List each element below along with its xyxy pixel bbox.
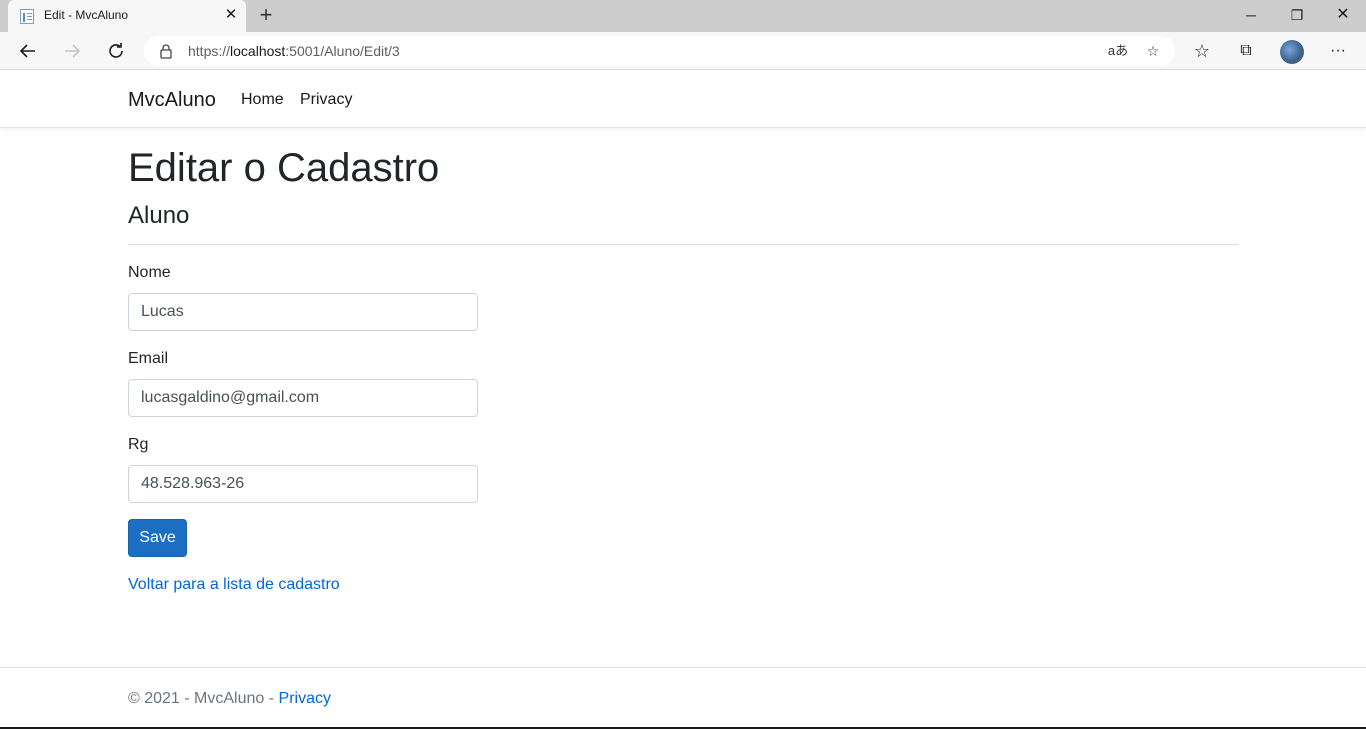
browser-tab[interactable]: Edit - MvcAluno ✕ (8, 0, 246, 32)
footer-privacy-link[interactable]: Privacy (279, 690, 331, 707)
address-bar[interactable]: https://localhost:5001/Aluno/Edit/3 aあ ☆ (144, 36, 1175, 66)
footer-text: © 2021 - MvcAluno - Privacy (128, 690, 331, 708)
email-input[interactable] (128, 379, 478, 417)
nome-label: Nome (128, 264, 171, 281)
back-arrow-icon[interactable] (13, 36, 43, 66)
restore-icon[interactable]: ❐ (1274, 0, 1320, 30)
footer-copyright: © 2021 - MvcAluno - (128, 690, 279, 707)
lock-icon[interactable] (160, 43, 172, 59)
page-subtitle: Aluno (128, 202, 190, 229)
read-aloud-icon[interactable]: aあ (1106, 39, 1130, 63)
nome-input[interactable] (128, 293, 478, 331)
minimize-icon[interactable]: ─ (1228, 0, 1274, 30)
tab-title: Edit - MvcAluno (44, 8, 129, 22)
url-prefix: https:// (188, 43, 231, 59)
browser-tabstrip: Edit - MvcAluno ✕ + ─ ❐ ✕ (0, 0, 1366, 32)
new-tab-icon[interactable]: + (254, 3, 278, 27)
rg-label: Rg (128, 436, 149, 453)
collections-icon[interactable]: ⧉ (1231, 36, 1261, 66)
refresh-icon[interactable] (101, 36, 131, 66)
url-host: localhost (230, 43, 286, 59)
email-label: Email (128, 350, 169, 367)
back-to-list-link[interactable]: Voltar para a lista de cadastro (128, 576, 340, 594)
close-tab-icon[interactable]: ✕ (222, 6, 240, 24)
add-favorite-icon[interactable]: ☆ (1141, 39, 1165, 63)
brand-link[interactable]: MvcAluno (128, 89, 216, 112)
url-path: :5001/Aluno/Edit/3 (285, 43, 400, 59)
browser-toolbar: https://localhost:5001/Aluno/Edit/3 aあ ☆… (0, 32, 1366, 70)
more-menu-icon[interactable]: ··· (1323, 36, 1353, 66)
close-window-icon[interactable]: ✕ (1320, 0, 1366, 30)
nav-privacy-link[interactable]: Privacy (300, 91, 352, 109)
url-text[interactable]: https://localhost:5001/Aluno/Edit/3 (188, 43, 400, 59)
page-title: Editar o Cadastro (128, 146, 440, 190)
nav-home-link[interactable]: Home (241, 91, 284, 109)
save-button[interactable]: Save (128, 519, 187, 557)
footer: © 2021 - MvcAluno - Privacy (0, 667, 1366, 727)
forward-arrow-icon[interactable] (57, 36, 87, 66)
app-navbar: MvcAluno Home Privacy (0, 71, 1366, 128)
page-favicon-icon (20, 9, 34, 24)
divider (128, 244, 1238, 245)
profile-avatar-icon[interactable] (1280, 40, 1304, 64)
favorites-icon[interactable]: ☆ (1187, 36, 1217, 66)
rg-input[interactable] (128, 465, 478, 503)
